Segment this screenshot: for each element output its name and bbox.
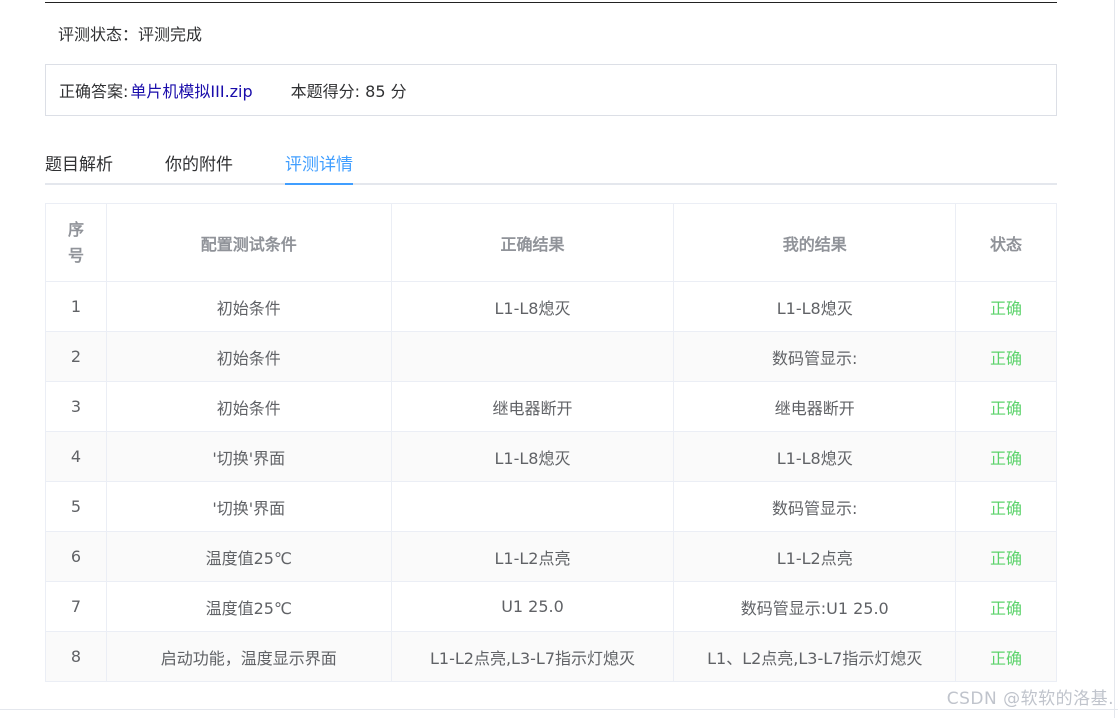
- cell-condition: 温度值25℃: [105, 531, 392, 582]
- cell-state: 正确: [955, 631, 1057, 682]
- answer-panel: 正确答案: 单片机模拟III.zip 本题得分: 85 分: [45, 64, 1057, 116]
- cell-index: 3: [45, 381, 107, 432]
- evaluation-status: 评测状态：评测完成: [58, 25, 203, 44]
- score-text: 本题得分: 85 分: [290, 82, 407, 101]
- cell-expected: U1 25.0: [390, 581, 675, 632]
- cell-expected: L1-L8熄灭: [390, 281, 675, 332]
- cell-mine: L1-L2点亮: [673, 531, 957, 582]
- cell-condition: '切换'界面: [105, 481, 392, 532]
- cell-condition: 初始条件: [105, 331, 392, 382]
- table-row: 2 初始条件 数码管显示: 正确: [45, 331, 1057, 382]
- watermark: CSDN @软软的洛基.: [946, 689, 1114, 709]
- cell-condition: 初始条件: [105, 281, 392, 332]
- cell-index: 1: [45, 281, 107, 332]
- cell-mine: 数码管显示:: [673, 331, 957, 382]
- header-condition: 配置测试条件: [105, 203, 392, 282]
- cell-index: 6: [45, 531, 107, 582]
- top-divider: [45, 2, 1057, 3]
- header-state: 状态: [955, 203, 1057, 282]
- table-header-row: 序号 配置测试条件 正确结果 我的结果 状态: [45, 203, 1057, 282]
- detail-tabs: 题目解析 你的附件 评测详情: [45, 140, 1057, 185]
- cell-mine: L1、L2点亮,L3-L7指示灯熄灭: [673, 631, 957, 682]
- table-row: 1 初始条件 L1-L8熄灭 L1-L8熄灭 正确: [45, 281, 1057, 332]
- cell-expected: L1-L2点亮: [390, 531, 675, 582]
- cell-condition: 初始条件: [105, 381, 392, 432]
- cell-state: 正确: [955, 331, 1057, 382]
- cell-condition: 启动功能，温度显示界面: [105, 631, 392, 682]
- header-index-line-1: 序: [67, 219, 84, 239]
- answer-label: 正确答案:: [59, 82, 129, 101]
- table-row: 7 温度值25℃ U1 25.0 数码管显示:U1 25.0 正确: [45, 581, 1057, 632]
- right-scroll-edge: [1114, 0, 1115, 718]
- table-row: 5 '切换'界面 数码管显示: 正确: [45, 481, 1057, 532]
- table-row: 3 初始条件 继电器断开 继电器断开 正确: [45, 381, 1057, 432]
- answer-file-link[interactable]: 单片机模拟III.zip: [130, 78, 252, 102]
- tab-evaluation-details[interactable]: 评测详情: [285, 150, 353, 185]
- header-index: 序号: [45, 203, 107, 282]
- cell-index: 2: [45, 331, 107, 382]
- cell-index: 8: [45, 631, 107, 682]
- table-row: 4 '切换'界面 L1-L8熄灭 L1-L8熄灭 正确: [45, 431, 1057, 482]
- cell-mine: 数码管显示:: [673, 481, 957, 532]
- cell-state: 正确: [955, 531, 1057, 582]
- cell-mine: 继电器断开: [673, 381, 957, 432]
- cell-index: 5: [45, 481, 107, 532]
- cell-expected: L1-L8熄灭: [390, 431, 675, 482]
- cell-index: 4: [45, 431, 107, 482]
- cell-condition: '切换'界面: [105, 431, 392, 482]
- table-row: 8 启动功能，温度显示界面 L1-L2点亮,L3-L7指示灯熄灭 L1、L2点亮,L3…: [45, 631, 1057, 682]
- evaluation-table: 序号 配置测试条件 正确结果 我的结果 状态 1 初始条件 L1-L8熄灭 L1-L8…: [45, 203, 1057, 682]
- tab-analysis[interactable]: 题目解析: [45, 150, 113, 185]
- cell-state: 正确: [955, 281, 1057, 332]
- header-expected: 正确结果: [390, 203, 675, 282]
- cell-expected: [390, 331, 675, 382]
- cell-expected: 继电器断开: [390, 381, 675, 432]
- cell-expected: L1-L2点亮,L3-L7指示灯熄灭: [390, 631, 675, 682]
- cell-mine: L1-L8熄灭: [673, 281, 957, 332]
- cell-mine: L1-L8熄灭: [673, 431, 957, 482]
- cell-condition: 温度值25℃: [105, 581, 392, 632]
- table-row: 6 温度值25℃ L1-L2点亮 L1-L2点亮 正确: [45, 531, 1057, 582]
- cell-expected: [390, 481, 675, 532]
- cell-mine: 数码管显示:U1 25.0: [673, 581, 957, 632]
- tab-attachments[interactable]: 你的附件: [165, 150, 233, 185]
- cell-index: 7: [45, 581, 107, 632]
- cell-state: 正确: [955, 581, 1057, 632]
- header-index-line-2: 号: [67, 245, 84, 265]
- cell-state: 正确: [955, 431, 1057, 482]
- cell-state: 正确: [955, 381, 1057, 432]
- header-mine: 我的结果: [673, 203, 957, 282]
- bottom-divider: [0, 709, 1118, 710]
- cell-state: 正确: [955, 481, 1057, 532]
